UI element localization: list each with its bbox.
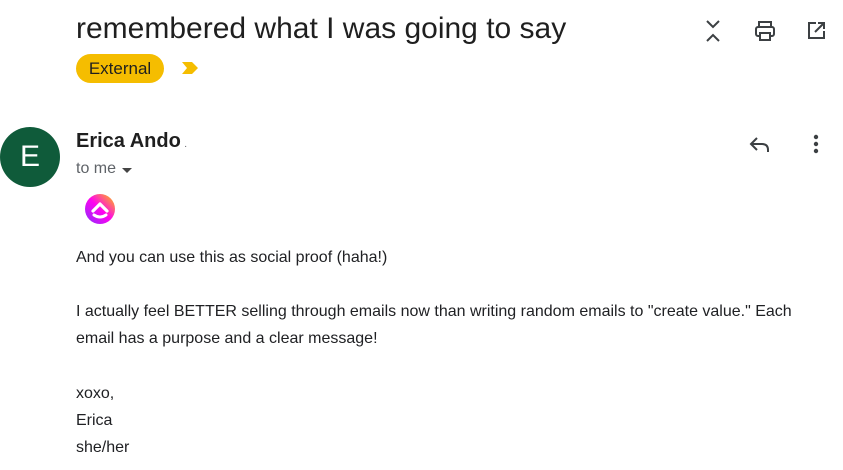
expand-collapse-icon[interactable] bbox=[700, 18, 726, 44]
reply-icon[interactable] bbox=[746, 130, 774, 158]
print-icon[interactable] bbox=[752, 18, 778, 44]
important-marker-icon[interactable] bbox=[180, 61, 200, 75]
sender-avatar[interactable]: E bbox=[0, 127, 60, 187]
external-label[interactable]: External bbox=[76, 54, 164, 83]
signature-name: Erica bbox=[76, 412, 113, 429]
chevron-down-icon bbox=[122, 167, 133, 173]
body-paragraph: I actually feel BETTER selling through e… bbox=[76, 303, 792, 347]
clickup-logo-icon bbox=[85, 194, 115, 224]
sender-name[interactable]: Erica Ando bbox=[76, 130, 181, 153]
body-paragraph: And you can use this as social proof (ha… bbox=[76, 249, 388, 266]
signature-pronouns: she/her bbox=[76, 439, 130, 456]
recipient-label: to me bbox=[76, 160, 117, 177]
sender-separator: · bbox=[184, 141, 188, 152]
email-subject: remembered what I was going to say bbox=[76, 12, 567, 45]
email-signature: xoxo, Erica she/her bbox=[76, 380, 129, 461]
recipient-details-toggle[interactable]: to me bbox=[76, 160, 133, 178]
signoff-text: xoxo, bbox=[76, 385, 115, 402]
more-vertical-icon[interactable] bbox=[802, 130, 830, 158]
open-in-new-window-icon[interactable] bbox=[803, 18, 829, 44]
